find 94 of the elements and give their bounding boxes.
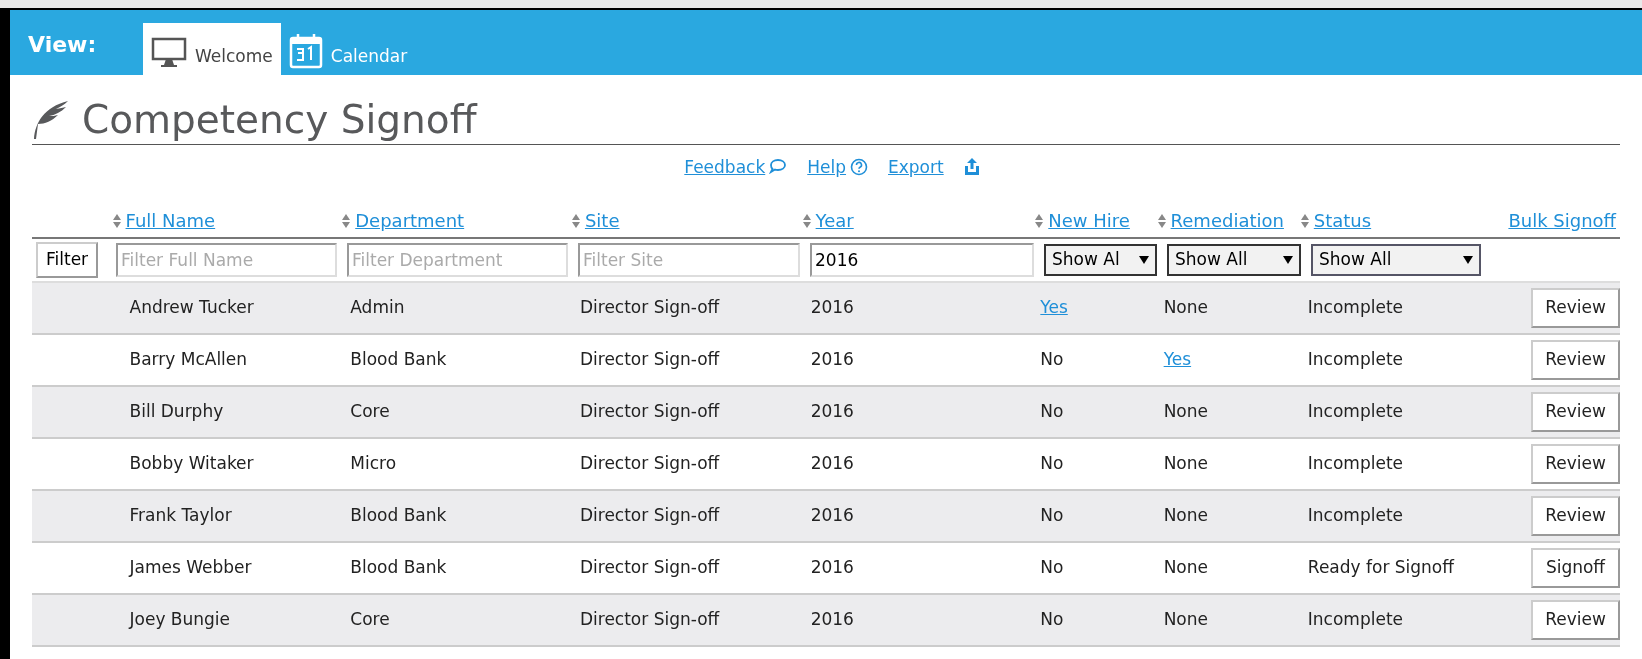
speech-bubble-icon <box>769 158 788 174</box>
page-link[interactable]: Help <box>807 155 847 181</box>
filter-field[interactable]: Filter Site <box>578 243 800 277</box>
table-cell: No <box>1040 505 1064 526</box>
cell-link[interactable]: Yes <box>1040 297 1068 318</box>
filter-dropdown[interactable]: Show All <box>1311 244 1481 276</box>
filter-dropdown[interactable]: Show Al <box>1044 244 1157 276</box>
year-cell: 2016 <box>810 453 854 474</box>
status-cell: Incomplete <box>1307 609 1404 630</box>
status-cell: Ready for Signoff <box>1307 557 1454 578</box>
page-link[interactable]: Feedback <box>684 155 766 181</box>
dropdown-caret-icon <box>1463 256 1473 264</box>
dropdown-caret-icon <box>1283 256 1293 264</box>
sort-icon[interactable] <box>1156 212 1167 229</box>
site-cell: Director Sign-off <box>579 453 720 474</box>
filter-button[interactable]: Filter <box>36 242 99 278</box>
sort-icon[interactable] <box>801 212 812 229</box>
department-cell: Core <box>350 401 390 422</box>
filter-dropdown[interactable]: Show All <box>1167 244 1301 276</box>
status-cell: Incomplete <box>1307 401 1404 422</box>
feather-icon <box>32 99 70 139</box>
table-cell: None <box>1163 505 1208 526</box>
site-cell: Director Sign-off <box>579 401 720 422</box>
department-cell: Blood Bank <box>350 505 447 526</box>
table-cell: None <box>1163 557 1208 578</box>
table-cell: No <box>1040 557 1064 578</box>
column-header-link[interactable]: Full Name <box>125 207 216 234</box>
help-icon <box>850 158 869 176</box>
status-cell: Incomplete <box>1307 297 1404 318</box>
row-action-button[interactable]: Signoff <box>1531 548 1620 588</box>
column-header-link[interactable]: New Hire <box>1048 207 1130 234</box>
view-tab[interactable]: Calendar <box>280 23 416 75</box>
year-cell: 2016 <box>810 505 854 526</box>
year-cell: 2016 <box>810 297 854 318</box>
table-cell: None <box>1163 297 1208 318</box>
department-cell: Blood Bank <box>350 557 447 578</box>
cell-link[interactable]: Yes <box>1163 349 1192 370</box>
status-cell: Incomplete <box>1307 349 1404 370</box>
table-cell: None <box>1163 609 1208 630</box>
row-action-button[interactable]: Review <box>1531 392 1620 432</box>
calendar-icon <box>288 33 323 69</box>
department-cell: Micro <box>350 453 397 474</box>
monitor-icon <box>151 37 187 69</box>
table-cell: None <box>1163 401 1208 422</box>
column-header-link[interactable]: Remediation <box>1170 207 1284 234</box>
filter-field[interactable]: Filter Full Name <box>116 243 337 277</box>
sort-icon[interactable] <box>111 212 122 229</box>
filter-field[interactable]: 2016 <box>810 243 1034 277</box>
table-cell: No <box>1040 349 1064 370</box>
site-cell: Director Sign-off <box>579 505 720 526</box>
table-cell: No <box>1040 453 1064 474</box>
name-cell: Bobby Witaker <box>129 453 254 474</box>
row-action-button[interactable]: Review <box>1531 288 1620 328</box>
name-cell: Frank Taylor <box>129 505 232 526</box>
site-cell: Director Sign-off <box>579 349 720 370</box>
sort-icon[interactable] <box>570 212 581 229</box>
column-header-link[interactable]: Site <box>584 207 620 234</box>
table-cell: No <box>1040 609 1064 630</box>
column-header-link[interactable]: Status <box>1313 207 1372 234</box>
view-label: View: <box>27 31 98 59</box>
table-cell: No <box>1040 401 1064 422</box>
row-action-button[interactable]: Review <box>1531 444 1620 484</box>
name-cell: Bill Durphy <box>129 401 224 422</box>
sort-icon[interactable] <box>341 212 352 229</box>
department-cell: Blood Bank <box>350 349 447 370</box>
row-action-button[interactable]: Review <box>1531 600 1620 640</box>
year-cell: 2016 <box>810 557 854 578</box>
status-cell: Incomplete <box>1307 505 1404 526</box>
dropdown-caret-icon <box>1139 256 1149 264</box>
page-title: Competency Signoff <box>82 100 477 143</box>
year-cell: 2016 <box>810 401 854 422</box>
column-header-link[interactable]: Year <box>815 207 854 234</box>
view-tab[interactable]: Welcome <box>143 23 281 75</box>
site-cell: Director Sign-off <box>579 297 720 318</box>
year-cell: 2016 <box>810 349 854 370</box>
column-header-link[interactable]: Department <box>355 207 465 234</box>
column-header-link[interactable]: Bulk Signoff <box>1508 207 1616 234</box>
department-cell: Core <box>350 609 390 630</box>
row-action-button[interactable]: Review <box>1531 496 1620 536</box>
sort-icon[interactable] <box>1299 212 1310 229</box>
sort-icon[interactable] <box>1034 212 1045 229</box>
name-cell: Barry McAllen <box>129 349 248 370</box>
site-cell: Director Sign-off <box>579 557 720 578</box>
name-cell: Joey Bungie <box>129 609 231 630</box>
name-cell: James Webber <box>129 557 252 578</box>
year-cell: 2016 <box>810 609 854 630</box>
name-cell: Andrew Tucker <box>129 297 254 318</box>
filter-field[interactable]: Filter Department <box>347 243 568 277</box>
row-action-button[interactable]: Review <box>1531 340 1620 380</box>
department-cell: Admin <box>350 297 405 318</box>
table-cell: None <box>1163 453 1208 474</box>
status-cell: Incomplete <box>1307 453 1404 474</box>
page-link[interactable]: Export <box>888 155 944 181</box>
site-cell: Director Sign-off <box>579 609 720 630</box>
